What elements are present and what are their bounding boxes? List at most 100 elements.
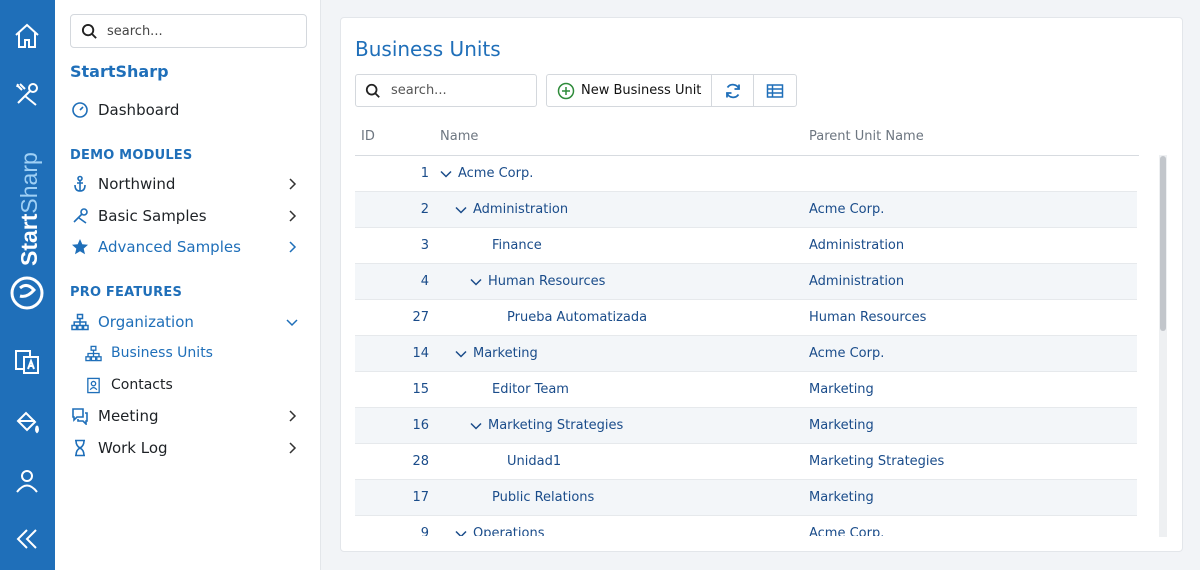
cell-name-label: Finance — [492, 238, 542, 253]
table-row[interactable]: 1 Acme Corp. — [355, 156, 1137, 192]
table-row[interactable]: 28 Unidad1 Marketing Strategies — [355, 444, 1137, 480]
cell-name[interactable]: Unidad1 — [507, 454, 561, 469]
grid-body: 1 Acme Corp. 2 Administration Acme Corp. 3 Fin… — [355, 156, 1139, 536]
column-header-name[interactable]: Name — [440, 129, 478, 144]
cell-name[interactable]: Administration — [455, 202, 568, 217]
nav-northwind[interactable]: Northwind — [70, 171, 310, 197]
table-row[interactable]: 16 Marketing Strategies Marketing — [355, 408, 1137, 444]
chevron-right-icon — [289, 178, 297, 190]
cell-parent[interactable]: Acme Corp. — [809, 526, 884, 536]
cell-parent[interactable]: Marketing — [809, 418, 874, 433]
cell-parent[interactable]: Acme Corp. — [809, 202, 884, 217]
refresh-icon — [726, 83, 740, 98]
table-row[interactable]: 4 Human Resources Administration — [355, 264, 1137, 300]
chevron-down-icon[interactable] — [470, 276, 482, 288]
icon-rail: StartSharp — [0, 0, 55, 570]
column-header-id[interactable]: ID — [361, 129, 375, 144]
home-icon[interactable] — [11, 20, 43, 52]
cell-name[interactable]: Acme Corp. — [440, 166, 533, 181]
cell-id: 9 — [420, 526, 429, 536]
main-panel: Business Units New Business Unit ID Name… — [340, 17, 1183, 552]
speedometer-icon — [70, 100, 90, 120]
table-row[interactable]: 27 Prueba Automatizada Human Resources — [355, 300, 1137, 336]
cell-name[interactable]: Editor Team — [492, 382, 569, 397]
hourglass-icon — [70, 438, 90, 458]
nav-work-log-label: Work Log — [98, 439, 168, 457]
sidebar-search-input[interactable] — [107, 23, 297, 39]
collapse-icon[interactable] — [11, 523, 43, 555]
cell-parent[interactable]: Administration — [809, 274, 904, 289]
contact-card-icon — [84, 376, 102, 394]
chevron-down-icon[interactable] — [470, 420, 482, 432]
org-chart-icon — [70, 312, 90, 332]
nav-organization[interactable]: Organization — [70, 309, 310, 335]
cell-id: 3 — [420, 238, 429, 253]
cell-name[interactable]: Prueba Automatizada — [507, 310, 647, 325]
nav-dashboard-label: Dashboard — [98, 101, 180, 119]
table-row[interactable]: 14 Marketing Acme Corp. — [355, 336, 1137, 372]
cell-name-label: Marketing Strategies — [488, 418, 624, 433]
user-icon[interactable] — [11, 465, 43, 497]
translate-icon[interactable] — [11, 346, 43, 378]
chevron-right-icon — [289, 442, 297, 454]
cell-name[interactable]: Operations — [455, 526, 544, 536]
scrollbar-thumb[interactable] — [1160, 156, 1166, 331]
cell-name-label: Acme Corp. — [458, 166, 534, 181]
anchor-icon — [70, 174, 90, 194]
table-row[interactable]: 3 Finance Administration — [355, 228, 1137, 264]
nav-advanced-samples[interactable]: Advanced Samples — [70, 234, 310, 260]
cell-name[interactable]: Marketing — [455, 346, 538, 361]
nav-contacts-label: Contacts — [111, 377, 173, 393]
cell-name-label: Human Resources — [488, 274, 606, 289]
chevron-down-icon[interactable] — [455, 204, 467, 216]
cell-name-label: Administration — [473, 202, 569, 217]
cell-id: 27 — [412, 310, 429, 325]
table-row[interactable]: 2 Administration Acme Corp. — [355, 192, 1137, 228]
cell-name-label: Public Relations — [492, 490, 595, 505]
grid-search-input[interactable] — [391, 83, 531, 98]
chat-bubbles-icon — [70, 406, 90, 426]
nav-northwind-label: Northwind — [98, 175, 176, 193]
sidebar-search[interactable] — [70, 14, 307, 48]
column-picker-button[interactable] — [754, 75, 796, 106]
cell-name[interactable]: Public Relations — [492, 490, 594, 505]
paint-bucket-icon[interactable] — [11, 406, 43, 438]
table-row[interactable]: 15 Editor Team Marketing — [355, 372, 1137, 408]
new-business-unit-button[interactable]: New Business Unit — [547, 75, 713, 106]
chevron-down-icon[interactable] — [455, 348, 467, 360]
nav-work-log[interactable]: Work Log — [70, 435, 310, 461]
sidebar: StartSharp Dashboard DEMO MODULES Northw… — [55, 0, 321, 570]
cell-parent[interactable]: Marketing Strategies — [809, 454, 944, 469]
nav-dashboard[interactable]: Dashboard — [70, 97, 310, 123]
cell-parent[interactable]: Human Resources — [809, 310, 926, 325]
refresh-button[interactable] — [712, 75, 755, 106]
new-business-unit-label: New Business Unit — [581, 83, 702, 98]
brand-vertical: StartSharp — [0, 118, 55, 318]
cell-parent[interactable]: Marketing — [809, 490, 874, 505]
cell-parent[interactable]: Marketing — [809, 382, 874, 397]
nav-meeting[interactable]: Meeting — [70, 403, 310, 429]
chevron-down-icon[interactable] — [455, 528, 467, 537]
cell-id: 17 — [412, 490, 429, 505]
nav-contacts[interactable]: Contacts — [84, 373, 304, 397]
cell-name[interactable]: Marketing Strategies — [470, 418, 623, 433]
cell-name[interactable]: Human Resources — [470, 274, 605, 289]
column-header-parent[interactable]: Parent Unit Name — [809, 129, 924, 144]
grid-search[interactable] — [355, 74, 537, 107]
tools-icon[interactable] — [11, 78, 43, 110]
org-chart-icon — [84, 344, 102, 362]
svg-text:StartSharp: StartSharp — [16, 152, 42, 266]
nav-meeting-label: Meeting — [98, 407, 159, 425]
chevron-down-icon — [286, 319, 298, 327]
nav-basic-samples[interactable]: Basic Samples — [70, 203, 310, 229]
nav-business-units[interactable]: Business Units — [84, 341, 304, 365]
cell-name[interactable]: Finance — [492, 238, 542, 253]
table-row[interactable]: 9 Operations Acme Corp. — [355, 516, 1137, 536]
table-row[interactable]: 17 Public Relations Marketing — [355, 480, 1137, 516]
table-icon — [767, 83, 784, 98]
grid-header: ID Name Parent Unit Name — [355, 126, 1139, 156]
nav-basic-samples-label: Basic Samples — [98, 207, 207, 225]
cell-parent[interactable]: Acme Corp. — [809, 346, 884, 361]
chevron-down-icon[interactable] — [440, 168, 452, 180]
cell-parent[interactable]: Administration — [809, 238, 904, 253]
